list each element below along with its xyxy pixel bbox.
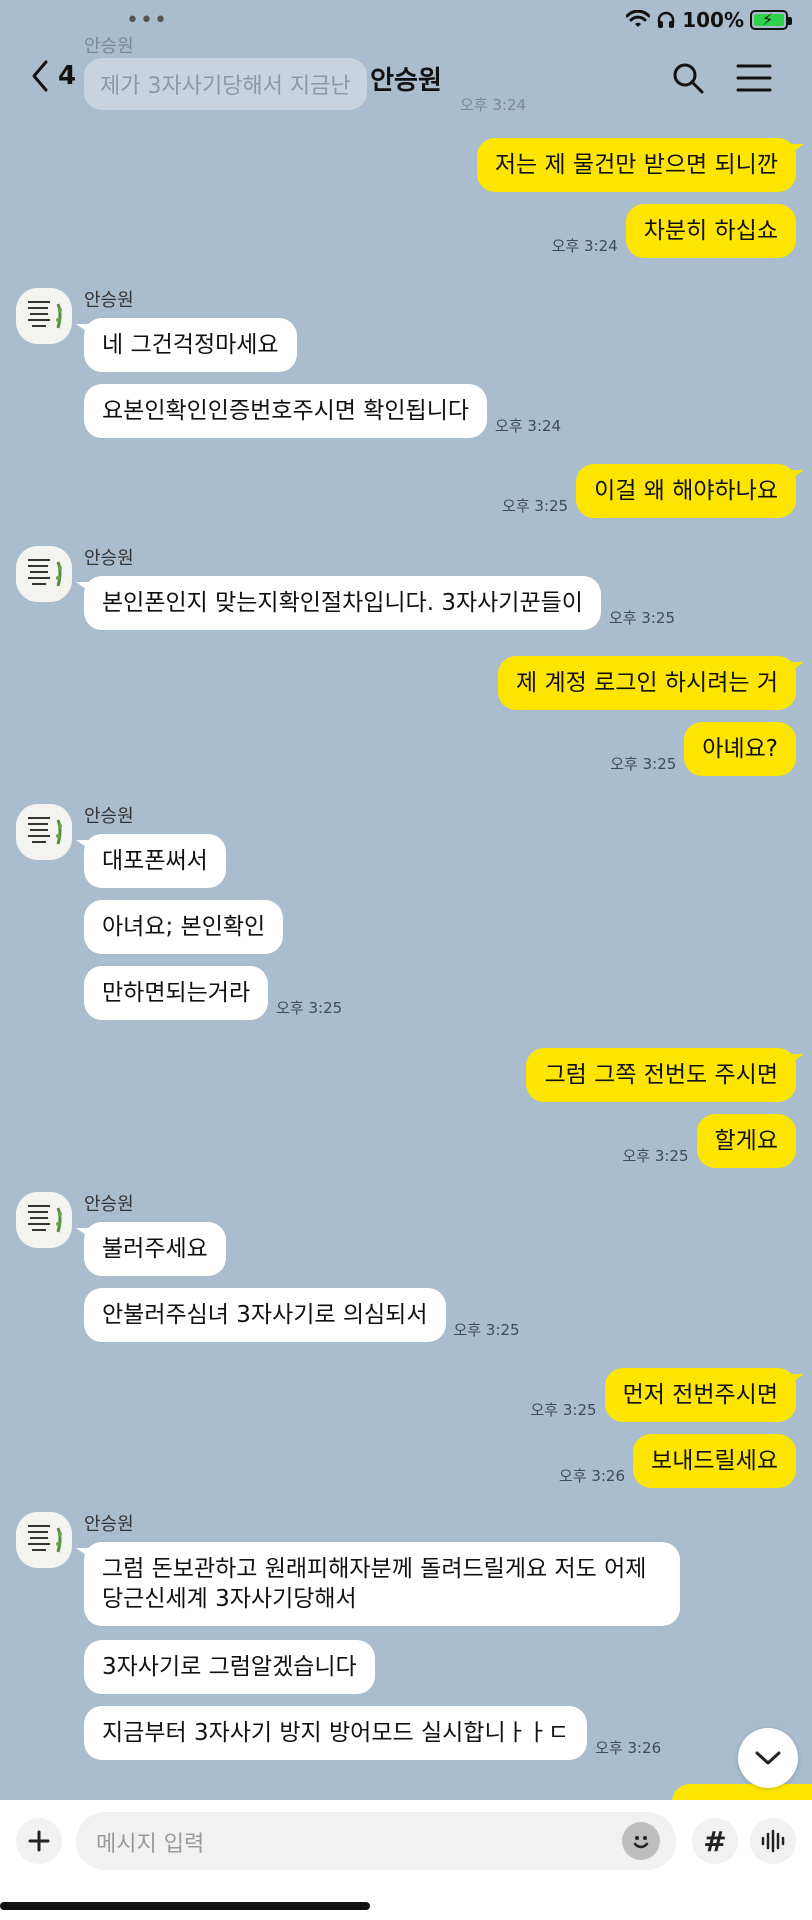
battery-percentage: 100% (682, 8, 744, 32)
message-row: 제 계정 로그인 하시려는 거 (497, 656, 805, 710)
message-row: 지금부터 3자사기 방지 방어모드 실시합니ㅏㅏㄷ 오후 3:26 (84, 1706, 661, 1760)
message-row: 아녜요? 오후 3:25 (610, 722, 796, 776)
their-message-bubble[interactable]: 대포폰써서 (76, 834, 226, 888)
hashtag-icon: # (703, 1824, 727, 1858)
message-row: 요본인확인인증번호주시면 확인됩니다 오후 3:24 (84, 384, 561, 438)
their-message-bubble[interactable]: 만하면되는거라 (84, 966, 269, 1020)
attach-button[interactable] (16, 1818, 62, 1864)
my-message-bubble[interactable]: 이걸 왜 해야하나요 (576, 464, 804, 518)
plus-icon (28, 1830, 50, 1852)
battery-icon: ⚡ (750, 10, 792, 30)
message-row: 저는 제 물건만 받으면 되니깐 (476, 138, 805, 192)
their-message-bubble[interactable]: 네 그건걱정마세요 (76, 318, 297, 372)
my-message-bubble[interactable]: 제 계정 로그인 하시려는 거 (497, 656, 805, 710)
their-message-bubble[interactable]: 요본인확인인증번호주시면 확인됩니다 (84, 384, 488, 438)
message-time: 오후 3:25 (622, 1147, 689, 1165)
message-row: 이걸 왜 해야하나요 오후 3:25 (502, 464, 804, 518)
message-time: 오후 3:25 (608, 609, 675, 627)
message-row: 보내드릴세요 오후 3:26 (559, 1434, 796, 1488)
their-message-bubble[interactable]: 그럼 돈보관하고 원래피해자분께 돌려드릴게요 저도 어제 당근신세계 3자사기… (76, 1542, 680, 1626)
message-row: 그럼 그쪽 전번도 주시면 (526, 1048, 804, 1102)
message-row: 그럼 돈보관하고 원래피해자분께 돌려드릴게요 저도 어제 당근신세계 3자사기… (76, 1542, 680, 1626)
message-row: 아녀요; 본인확인 (84, 900, 284, 954)
message-input[interactable]: 메시지 입력 (76, 1812, 676, 1870)
home-indicator (0, 1902, 370, 1910)
my-message-bubble[interactable]: 할게요 (696, 1114, 796, 1168)
avatar[interactable] (16, 1192, 72, 1248)
their-message-bubble[interactable]: 아녀요; 본인확인 (84, 900, 284, 954)
my-message-bubble[interactable]: 아녜요? (684, 722, 796, 776)
message-row: 차분히 하십쇼 오후 3:24 (552, 204, 796, 258)
sender-name: 안승원 (84, 806, 134, 827)
message-time: 오후 3:24 (551, 237, 618, 255)
my-message-bubble[interactable]: 먼저 전번주시면 (604, 1368, 805, 1422)
message-row: 대포폰써서 (76, 834, 226, 888)
chat-messages[interactable]: 저는 제 물건만 받으면 되니깐 차분히 하십쇼 오후 3:24 안승원 네 그… (0, 120, 812, 1800)
scroll-to-bottom-button[interactable] (738, 1728, 798, 1788)
sender-name: 안승원 (84, 548, 134, 569)
my-message-bubble[interactable]: 그럼 그쪽 전번도 주시면 (526, 1048, 804, 1102)
message-time: 오후 3:26 (595, 1739, 662, 1757)
ghost-message-time: 오후 3:24 (460, 96, 527, 114)
voice-wave-icon (761, 1829, 785, 1853)
message-row: 불러주세요 (76, 1222, 226, 1276)
message-row: 3자사기로 그럼알겠습니다 (84, 1640, 375, 1694)
their-message-bubble[interactable]: 본인폰인지 맞는지확인절차입니다. 3자사기꾼들이 (76, 576, 601, 630)
hamburger-menu-icon[interactable] (736, 62, 772, 94)
ghost-sender-name: 안승원 (84, 36, 134, 57)
status-right: 100% ⚡ (626, 8, 792, 32)
avatar[interactable] (16, 546, 72, 602)
chat-header: 안승원 제가 3자사기당해서 지금난 오후 3:24 4 안승원 (0, 36, 812, 120)
headphones-icon (657, 11, 675, 28)
chevron-down-icon (755, 1751, 781, 1765)
wifi-icon (626, 10, 651, 27)
message-row: 할게요 오후 3:25 (622, 1114, 796, 1168)
message-time: 오후 3:26 (558, 1467, 626, 1485)
message-input-placeholder: 메시지 입력 (96, 1832, 205, 1857)
my-message-bubble[interactable]: 차분히 하십쇼 (625, 204, 796, 258)
voice-button[interactable] (750, 1818, 796, 1864)
multitask-dots-icon: ••• (126, 8, 168, 33)
message-time: 오후 3:24 (495, 417, 562, 435)
their-message-bubble[interactable]: 안불러주심녀 3자사기로 의심되서 (84, 1288, 446, 1342)
message-row: 안불러주심녀 3자사기로 의심되서 오후 3:25 (84, 1288, 520, 1342)
their-message-bubble[interactable]: 3자사기로 그럼알겠습니다 (84, 1640, 375, 1694)
message-row: 먼저 전번주시면 오후 3:25 (530, 1368, 805, 1422)
my-message-bubble[interactable]: 저는 제 물건만 받으면 되니깐 (476, 138, 805, 192)
message-time: 오후 3:25 (502, 497, 569, 515)
message-time: 오후 3:25 (610, 755, 677, 773)
message-time: 오후 3:25 (530, 1401, 597, 1419)
avatar[interactable] (16, 288, 72, 344)
emoji-button[interactable] (622, 1822, 660, 1860)
sender-name: 안승원 (84, 1514, 134, 1535)
their-message-bubble[interactable]: 불러주세요 (76, 1222, 226, 1276)
sender-name: 안승원 (84, 1194, 134, 1215)
my-message-bubble[interactable]: 보내드릴세요 (633, 1434, 796, 1488)
their-message-bubble[interactable]: 지금부터 3자사기 방지 방어모드 실시합니ㅏㅏㄷ (84, 1706, 588, 1760)
message-row: 본인폰인지 맞는지확인절차입니다. 3자사기꾼들이 오후 3:25 (76, 576, 675, 630)
avatar[interactable] (16, 1512, 72, 1568)
sender-name: 안승원 (84, 290, 134, 311)
hashtag-button[interactable]: # (692, 1818, 738, 1864)
message-row: 만하면되는거라 오후 3:25 (84, 966, 342, 1020)
avatar[interactable] (16, 804, 72, 860)
input-bar: 메시지 입력 # (0, 1800, 812, 1920)
message-time: 오후 3:25 (276, 999, 343, 1017)
message-time: 오후 3:25 (453, 1321, 520, 1339)
search-icon[interactable] (670, 60, 706, 96)
emoji-icon (633, 1836, 649, 1849)
message-row: 네 그건걱정마세요 (76, 318, 297, 372)
